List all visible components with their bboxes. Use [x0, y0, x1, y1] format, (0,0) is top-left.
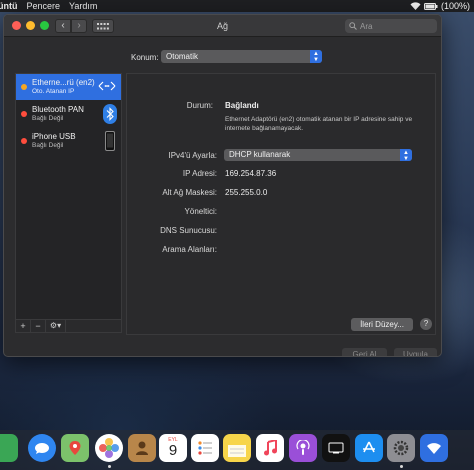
photos-flower-icon	[99, 438, 119, 458]
map-pin-icon	[69, 441, 81, 455]
menu-app[interactable]: üntü	[0, 1, 18, 11]
dns-server-label: DNS Sunucusu:	[160, 226, 217, 235]
title-bar: ‹ › Ağ Ara	[4, 15, 441, 37]
search-placeholder: Ara	[360, 21, 373, 31]
dock-facetime-icon[interactable]	[0, 434, 18, 462]
running-indicator	[400, 465, 403, 468]
menu-pencere[interactable]: Pencere	[27, 1, 61, 11]
location-select[interactable]: Otomatik ▲ ▼	[161, 50, 322, 63]
router-label: Yöneltici:	[184, 207, 217, 216]
gear-menu-button[interactable]: ⚙▾	[46, 320, 66, 332]
service-item-bluetooth-pan[interactable]: Bluetooth PAN Bağlı Değil	[16, 101, 121, 127]
wifi-icon	[427, 443, 441, 454]
service-status: Bağlı Değil	[32, 142, 64, 149]
dock-messages-icon[interactable]	[28, 434, 56, 462]
search-domains-label: Arama Alanları:	[162, 245, 217, 254]
status-value: Bağlandı	[225, 101, 259, 110]
service-list-toolbar: + − ⚙▾	[15, 320, 122, 333]
updown-arrows-icon: ▲ ▼	[310, 50, 322, 63]
status-dot	[21, 111, 27, 117]
apply-button[interactable]: Uygula	[394, 348, 437, 356]
dock-podcasts-icon[interactable]	[289, 434, 317, 462]
calendar-day: 9	[168, 442, 178, 459]
dock-notes-icon[interactable]	[223, 434, 251, 462]
person-icon	[136, 441, 148, 455]
list-icon	[198, 441, 212, 455]
menu-extras: (100%)	[410, 0, 470, 12]
service-name: iPhone USB	[32, 132, 76, 141]
service-item-iphone-usb[interactable]: iPhone USB Bağlı Değil	[16, 128, 121, 154]
status-dot	[21, 138, 27, 144]
service-name: Bluetooth PAN	[32, 105, 84, 114]
music-note-icon	[264, 440, 277, 456]
dock-network-utility-icon[interactable]	[420, 434, 448, 462]
dock-calendar-icon[interactable]: EYL 9	[159, 434, 187, 462]
gear-icon	[393, 440, 409, 456]
updown-arrows-icon: ▲ ▼	[400, 149, 412, 162]
status-description: Ethernet Adaptörü (en2) otomatik atanan …	[225, 116, 413, 132]
subnet-mask-label: Alt Ağ Maskesi:	[162, 188, 217, 197]
dock-contacts-icon[interactable]	[128, 434, 156, 462]
search-field[interactable]: Ara	[345, 19, 437, 33]
dock-maps-icon[interactable]	[61, 434, 89, 462]
battery-icon[interactable]	[423, 2, 438, 10]
ipv4-config-value: DHCP kullanarak	[229, 150, 291, 159]
ipv4-label: IPv4'ü Ayarla:	[168, 151, 217, 160]
bluetooth-icon	[103, 104, 117, 124]
ip-address-value: 169.254.87.36	[225, 169, 277, 178]
dock-music-icon[interactable]	[256, 434, 284, 462]
ip-address-label: IP Adresi:	[182, 169, 217, 178]
dock-photos-icon[interactable]	[95, 434, 123, 462]
revert-button[interactable]: Geri Al	[342, 348, 387, 356]
search-icon	[349, 22, 357, 30]
dock-appletv-icon[interactable]	[322, 434, 350, 462]
wifi-icon[interactable]	[410, 2, 421, 10]
gear-icon: ⚙▾	[49, 321, 62, 330]
dock-appstore-icon[interactable]	[355, 434, 383, 462]
advanced-button[interactable]: İleri Düzey...	[351, 318, 413, 331]
dock-system-preferences-icon[interactable]	[387, 434, 415, 462]
dock-reminders-icon[interactable]	[191, 434, 219, 462]
podcast-icon	[296, 440, 310, 455]
menu-bar: üntü Pencere Yardım (100%)	[0, 0, 474, 12]
add-service-button[interactable]: +	[16, 320, 31, 332]
help-button[interactable]: ?	[420, 318, 432, 330]
detail-panel: Durum: Bağlandı Ethernet Adaptörü (en2) …	[126, 73, 436, 335]
remove-service-button[interactable]: −	[31, 320, 46, 332]
location-label: Konum:	[131, 53, 159, 62]
note-lines-icon	[228, 445, 246, 457]
service-status: Oto. Atanan IP	[32, 88, 75, 95]
subnet-mask-value: 255.255.0.0	[225, 188, 268, 197]
service-item-ethernet[interactable]: Etherne...rü (en2) Oto. Atanan IP	[16, 74, 121, 100]
ipv4-config-select[interactable]: DHCP kullanarak ▲ ▼	[224, 149, 412, 162]
tv-icon	[328, 442, 344, 454]
ethernet-arrows-icon	[98, 81, 116, 91]
iphone-icon	[105, 131, 115, 151]
menu-yardim[interactable]: Yardım	[69, 1, 97, 11]
running-indicator	[108, 465, 111, 468]
service-status: Bağlı Değil	[32, 115, 64, 122]
service-list: Etherne...rü (en2) Oto. Atanan IP Blueto…	[15, 73, 122, 320]
status-dot	[21, 84, 27, 90]
app-store-icon	[363, 441, 375, 453]
speech-bubble-icon	[35, 442, 49, 454]
service-name: Etherne...rü (en2)	[32, 78, 95, 87]
battery-percent: (100%)	[440, 1, 470, 11]
location-value: Otomatik	[166, 52, 199, 61]
network-preferences-window: ‹ › Ağ Ara Konum: Otomatik ▲ ▼ Etherne...…	[3, 14, 442, 357]
status-label: Durum:	[186, 101, 213, 110]
